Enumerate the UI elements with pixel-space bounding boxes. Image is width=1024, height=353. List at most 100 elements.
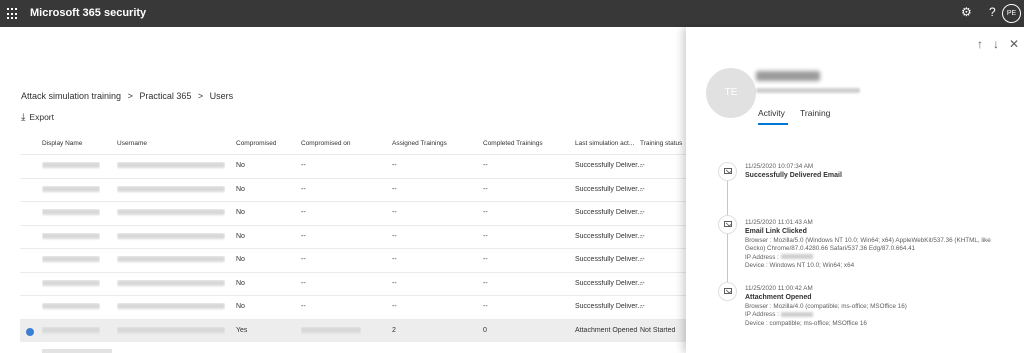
cell-compromised-on: -- — [301, 209, 306, 216]
cell-compromised: Yes — [236, 326, 248, 334]
cell-completed-trainings: -- — [483, 232, 488, 240]
arrow-up-icon[interactable]: ↑ — [977, 37, 983, 51]
table-row[interactable]: No -- -- -- Successfully Deliver... -- — [20, 271, 686, 296]
cell-training-status: -- — [640, 232, 645, 240]
cell-display-name — [42, 303, 100, 311]
col-assigned-trainings[interactable]: Assigned Trainings — [392, 140, 447, 147]
cell-compromised: No — [236, 256, 245, 263]
row-select-radio[interactable] — [26, 327, 34, 336]
event-ip-address: IP Address : — [745, 311, 907, 319]
cell-last-activity: Successfully Deliver... — [575, 232, 644, 240]
event-time: 11/25/2020 10:07:34 AM — [745, 163, 814, 170]
tab-training[interactable]: Training — [800, 108, 830, 118]
cell-assigned-trainings: -- — [392, 303, 397, 310]
table-row[interactable]: No -- -- -- Successfully Deliver... -- — [20, 224, 686, 249]
breadcrumb-users: Users — [209, 91, 234, 101]
cell-display-name — [42, 209, 100, 217]
cell-assigned-trainings: 2 — [392, 326, 396, 334]
gear-icon[interactable]: ⚙ — [961, 5, 972, 19]
breadcrumb-separator: > — [127, 91, 133, 101]
col-compromised-on[interactable]: Compromised on — [301, 140, 351, 147]
cell-compromised-on: -- — [301, 232, 306, 240]
cell-compromised-on: -- — [301, 279, 306, 287]
table-row[interactable]: No -- -- -- Successfully Deliver... -- — [20, 248, 686, 272]
cell-display-name — [42, 185, 100, 194]
col-completed-trainings[interactable]: Completed Trainings — [483, 140, 543, 147]
breadcrumb-practical-365[interactable]: Practical 365 — [139, 91, 191, 101]
cell-completed-trainings: -- — [483, 185, 488, 193]
timeline-event: 11/25/2020 10:07:34 AM Successfully Deli… — [745, 163, 842, 181]
mail-icon — [718, 162, 737, 181]
event-browser: Browser : Mozilla/4.0 (compatible; ms-of… — [745, 302, 907, 310]
users-table: Display Name Username Compromised Compro… — [20, 134, 686, 342]
mail-icon — [718, 282, 737, 301]
event-time: 11/25/2020 11:01:43 AM — [745, 219, 813, 226]
table-row[interactable]: No -- -- -- Successfully Deliver... -- — [20, 295, 686, 319]
cell-training-status: -- — [640, 279, 645, 287]
cell-training-status: -- — [640, 185, 645, 193]
event-title: Attachment Opened — [745, 294, 812, 302]
cell-compromised-on — [301, 326, 361, 335]
cell-username — [117, 326, 225, 335]
cell-completed-trainings: -- — [483, 209, 488, 216]
cell-compromised-on: -- — [301, 185, 306, 193]
question-icon[interactable]: ? — [989, 5, 996, 19]
cell-last-activity: Successfully Deliver... — [575, 303, 644, 310]
breadcrumb-separator: > — [197, 91, 204, 101]
table-row[interactable]: No -- -- -- Successfully Deliver... -- — [20, 177, 686, 202]
col-compromised[interactable]: Compromised — [236, 140, 276, 147]
app-title[interactable]: Microsoft 365 security — [30, 7, 146, 19]
col-training-status[interactable]: Training status — [640, 140, 682, 147]
cell-username — [117, 209, 225, 217]
cell-compromised: No — [236, 279, 245, 287]
cell-display-name — [42, 162, 100, 170]
cell-last-activity: Successfully Deliver... — [575, 185, 644, 193]
event-time: 11/25/2020 11:00:42 AM — [745, 285, 813, 292]
cell-completed-trainings: 0 — [483, 326, 487, 334]
download-icon: ⤓ — [21, 112, 26, 123]
cell-display-name — [42, 326, 100, 335]
cell-username — [117, 185, 225, 194]
event-title: Email Link Clicked — [745, 228, 807, 236]
timeline-event: 11/25/2020 11:00:42 AM Attachment Opened… — [745, 285, 907, 328]
col-last-simulation-activity[interactable]: Last simulation act... — [575, 140, 639, 147]
cell-compromised: No — [236, 185, 245, 193]
cell-compromised: No — [236, 232, 245, 240]
cell-training-status: -- — [640, 209, 645, 216]
mail-icon — [718, 215, 737, 234]
cell-username — [117, 256, 225, 264]
event-device: Device : compatible; ms-office; MSOffice… — [745, 319, 867, 327]
app-launcher-icon[interactable] — [7, 8, 19, 20]
cell-display-name — [42, 232, 100, 241]
tab-activity[interactable]: Activity — [758, 108, 785, 118]
event-title: Successfully Delivered Email — [745, 172, 842, 180]
cell-username — [117, 162, 225, 170]
export-button[interactable]: ⤓ Export — [21, 112, 54, 123]
col-display-name[interactable]: Display Name — [42, 140, 82, 147]
cell-display-name — [42, 279, 100, 288]
table-footer-text — [42, 349, 112, 353]
cell-compromised-on: -- — [301, 162, 306, 169]
table-row[interactable]: Yes 2 0 Attachment Opened Not Started — [20, 318, 686, 342]
cell-last-activity: Successfully Deliver... — [575, 279, 644, 287]
cell-training-status: -- — [640, 303, 645, 310]
arrow-down-icon[interactable]: ↓ — [993, 37, 999, 51]
user-avatar[interactable]: PE — [1002, 4, 1021, 23]
cell-compromised: No — [236, 303, 245, 310]
cell-completed-trainings: -- — [483, 303, 488, 310]
top-bar: Microsoft 365 security ⚙ ? PE — [0, 0, 1024, 27]
event-ip-address: IP Address : — [745, 254, 995, 262]
table-row[interactable]: No -- -- -- Successfully Deliver... -- — [20, 154, 686, 178]
cell-compromised-on: -- — [301, 303, 306, 310]
close-icon[interactable]: ✕ — [1009, 37, 1019, 51]
col-username[interactable]: Username — [117, 140, 147, 147]
cell-training-status: -- — [640, 256, 645, 263]
breadcrumb-attack-simulation[interactable]: Attack simulation training — [21, 91, 121, 101]
cell-compromised-on: -- — [301, 256, 306, 263]
user-email-redacted — [756, 88, 860, 93]
cell-assigned-trainings: -- — [392, 185, 397, 193]
event-device: Device : Windows NT 10.0; Win64; x64 — [745, 262, 855, 270]
user-details-panel: ↑ ↓ ✕ TE Activity Training 11/25/2020 10… — [686, 27, 1024, 353]
table-row[interactable]: No -- -- -- Successfully Deliver... -- — [20, 201, 686, 225]
cell-completed-trainings: -- — [483, 162, 488, 169]
